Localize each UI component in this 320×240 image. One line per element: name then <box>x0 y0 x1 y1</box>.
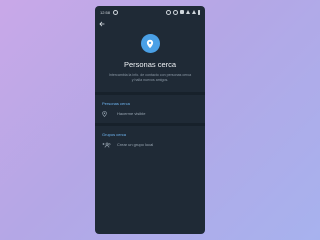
create-local-group-button[interactable]: Crear un grupo local <box>95 139 205 150</box>
add-group-icon <box>102 142 111 148</box>
back-button[interactable] <box>98 20 106 28</box>
signal-icon <box>191 10 196 14</box>
location-badge <box>140 34 160 53</box>
groups-nearby-section: Grupos cerca Crear un grupo local <box>95 123 205 150</box>
page-description: Intercambia la info. de contacto con per… <box>108 73 192 82</box>
back-arrow-icon <box>99 21 105 27</box>
status-time: 12:58 <box>100 9 111 15</box>
create-local-group-label: Crear un grupo local <box>117 142 154 147</box>
wifi-icon <box>185 10 190 14</box>
groups-section-header: Grupos cerca <box>102 132 127 137</box>
app-bar <box>95 18 205 30</box>
people-nearby-section: Personas cerca Hacerme visible <box>95 92 205 119</box>
location-icon-wrapper <box>102 110 114 117</box>
page-title: Personas cerca <box>123 60 177 69</box>
phone-screen: 12:58 Personas cerca Intercambia la info… <box>95 6 205 234</box>
group-icon-wrapper <box>102 142 114 148</box>
battery-icon <box>197 9 200 15</box>
do-not-disturb-icon <box>165 9 171 15</box>
make-visible-button[interactable]: Hacerme visible <box>95 108 205 119</box>
status-bar: 12:58 <box>95 6 205 18</box>
location-icon <box>102 110 107 117</box>
location-pin-icon <box>146 39 154 48</box>
people-section-header: Personas cerca <box>102 101 130 106</box>
make-visible-label: Hacerme visible <box>117 111 146 116</box>
vibrate-icon <box>179 10 184 14</box>
notification-icon <box>113 9 119 15</box>
hero: Personas cerca Intercambia la info. de c… <box>95 34 205 83</box>
alarm-icon <box>172 9 178 15</box>
